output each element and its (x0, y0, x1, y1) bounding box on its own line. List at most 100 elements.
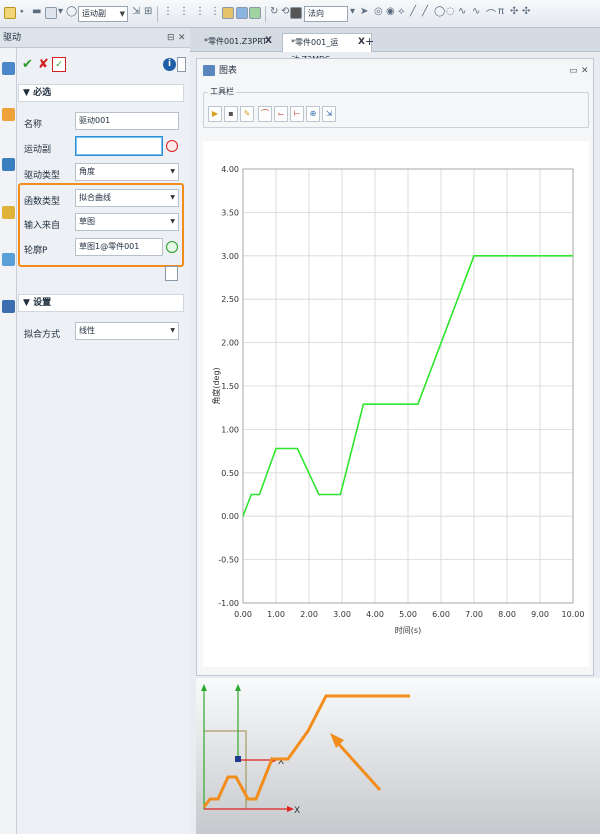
lock-icon[interactable]: ⊞ (144, 6, 152, 17)
left-icon-strip (0, 48, 17, 834)
settings-section-header[interactable]: ▼ 设置 (18, 294, 184, 312)
contour-label: 轮廓P (24, 246, 48, 256)
export-icon[interactable]: ⇲ (322, 106, 336, 122)
box-icon[interactable] (2, 206, 15, 219)
fit-method-select[interactable]: 线性 ▼ (75, 322, 179, 340)
fit-x-icon[interactable]: ⌒ (258, 106, 272, 122)
y-tick-label: 1.00 (221, 425, 239, 434)
rotate-icon[interactable]: ⟲ (281, 6, 289, 17)
function-type-select[interactable]: 拟合曲线 ▼ (75, 189, 179, 207)
x-axis-label-bottom: X (294, 806, 300, 816)
toolbar-divider (265, 6, 266, 22)
fit-y-icon[interactable]: ⌙ (274, 106, 288, 122)
line-icon[interactable]: ╱ (422, 6, 428, 17)
tab-label: *零件001.Z3PRT (204, 37, 268, 46)
tab-part-file[interactable]: *零件001.Z3PRT X (196, 33, 278, 52)
plot-area: 0.00 1.00 2.00 3.00 4.00 5.00 6.00 7.00 8.00 9.00… (203, 141, 589, 667)
function-type-value: 拟合曲线 (79, 193, 111, 202)
rotate-icon[interactable]: ↻ (270, 6, 278, 17)
name-label: 名称 (24, 120, 43, 130)
direction-combo[interactable]: 法向 (304, 6, 348, 22)
curve-icon[interactable]: ⌒ (486, 6, 496, 21)
x-tick-label: 3.00 (333, 610, 351, 619)
edit-icon[interactable]: ✎ (240, 106, 254, 122)
close-icon[interactable]: ✕ (178, 28, 186, 48)
line-icon[interactable]: ╱ (410, 6, 416, 17)
pick-target-icon[interactable] (166, 241, 178, 253)
palette-icon[interactable] (2, 253, 15, 266)
user-icon[interactable] (2, 300, 15, 313)
drive-icon[interactable] (2, 62, 15, 75)
align-icon[interactable]: ⋮ (195, 6, 205, 17)
name-field[interactable]: 驱动001 (75, 112, 179, 130)
layers-icon[interactable] (236, 7, 248, 19)
main-toolbar: ⬩ ▬ ▾ ◯ 运动副 ▼ ⇲ ⊞ ⋮ ⋮ ⋮ ⋮ ↻ ⟲ 法向 ▾ ➤ ◎ ◉… (0, 0, 600, 28)
settings-section-title: 设置 (33, 298, 52, 308)
chevron-down-icon: ▼ (119, 10, 125, 18)
confirm-check-icon[interactable]: ✔ (21, 58, 34, 72)
info-icon[interactable]: i (163, 58, 176, 71)
settings-icon[interactable]: ✣ (522, 6, 530, 17)
collapse-triangle-icon: ▼ (23, 88, 30, 98)
y-tick-label: 1.50 (221, 382, 239, 391)
tab-motion-file[interactable]: *零件001_运动.Z3MDS X (282, 33, 372, 64)
close-icon[interactable]: X (265, 33, 272, 50)
y-axis-arrow-icon (201, 684, 207, 691)
cancel-x-icon[interactable]: ✘ (37, 58, 50, 72)
chevron-down-icon[interactable]: ▾ (58, 6, 63, 17)
x-tick-label: 8.00 (498, 610, 516, 619)
filter-icon[interactable]: ⇲ (132, 6, 140, 17)
arrow-icon[interactable]: ⬩ (20, 6, 24, 17)
grid-icon[interactable] (45, 7, 57, 19)
shape-icon[interactable]: ◯ (66, 6, 77, 17)
new-tab-button[interactable]: + (362, 33, 378, 52)
curve-edit-icon[interactable] (165, 266, 178, 281)
target-icon[interactable]: ◉ (386, 6, 395, 17)
align-icon[interactable]: ⋮ (210, 6, 220, 17)
pick-target-icon[interactable] (166, 140, 178, 152)
y-tick-label: -0.50 (218, 556, 239, 565)
x-tick-label: 0.00 (234, 610, 252, 619)
chevron-down-icon[interactable]: ▾ (350, 6, 355, 17)
y-axis-label: 角度(deg) (211, 367, 221, 404)
save-icon[interactable]: ▪ (224, 106, 238, 122)
folder-icon[interactable] (222, 7, 234, 19)
required-section-header[interactable]: ▼ 必选 (18, 84, 184, 102)
x-axis-label: 时间(s) (395, 625, 421, 635)
document-icon[interactable] (177, 57, 186, 72)
apply-icon[interactable]: ✓ (52, 57, 66, 72)
stop-icon[interactable] (290, 7, 302, 19)
target-icon[interactable]: ◎ (374, 6, 383, 17)
motion-pair-combo[interactable]: 运动副 ▼ (78, 6, 128, 22)
y-tick-label: 0.50 (221, 469, 239, 478)
circle-icon[interactable]: ◯ (434, 6, 445, 17)
tool-icon[interactable]: ✣ (510, 6, 518, 17)
drive-type-select[interactable]: 角度 ▼ (75, 163, 179, 181)
input-from-select[interactable]: 草图 ▼ (75, 213, 179, 231)
motion-pair-field[interactable] (75, 136, 163, 156)
close-icon[interactable]: ✕ (581, 59, 589, 83)
wave-icon[interactable]: ∿ (472, 6, 480, 17)
contour-field[interactable]: 草图1@零件001 (75, 238, 163, 256)
input-from-value: 草图 (79, 217, 95, 226)
chart-panel-header: 图表 ▭ ✕ (197, 59, 593, 83)
part-icon[interactable] (2, 108, 15, 121)
open-icon[interactable]: ▶ (208, 106, 222, 122)
x-tick-label: 9.00 (531, 610, 549, 619)
curve-icon[interactable]: ∿ (458, 6, 466, 17)
arc-icon[interactable]: ◌ (446, 6, 455, 17)
image-icon[interactable] (249, 7, 261, 19)
pi-icon[interactable]: π (498, 6, 504, 17)
tree-icon[interactable] (2, 158, 15, 171)
align-icon[interactable]: ⋮ (163, 6, 173, 17)
zoom-window-icon[interactable]: ⊕ (306, 106, 320, 122)
chart-icon (203, 65, 215, 76)
snap-icon[interactable]: ⟡ (398, 6, 405, 17)
pin-icon[interactable]: ⊟ (167, 28, 175, 48)
line-tool-icon[interactable]: ▬ (32, 6, 41, 17)
select-cursor-icon[interactable] (4, 7, 16, 19)
zoom-icon[interactable]: ⊢ (290, 106, 304, 122)
align-icon[interactable]: ⋮ (179, 6, 189, 17)
pointer-icon[interactable]: ➤ (360, 6, 368, 17)
pin-icon[interactable]: ▭ (569, 59, 578, 83)
